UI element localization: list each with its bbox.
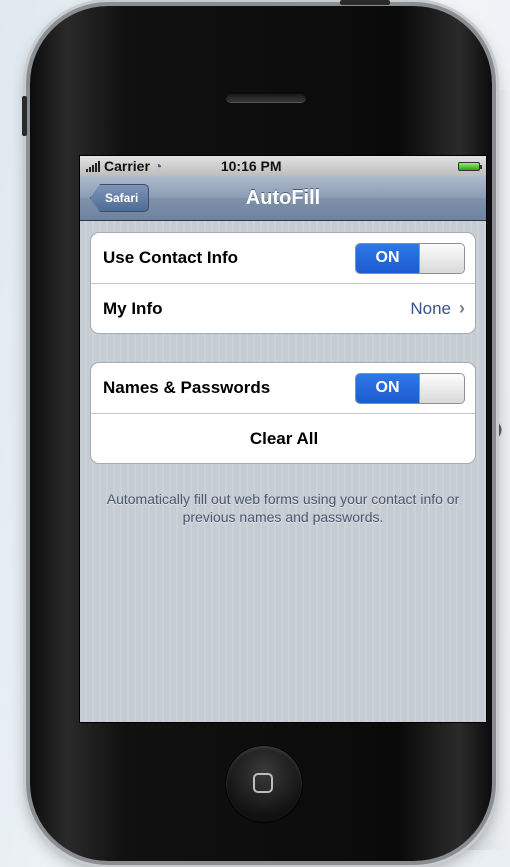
names-passwords-toggle[interactable]: ON <box>355 372 465 404</box>
names-passwords-row: Names & Passwords ON <box>91 363 475 413</box>
toggle-on-label: ON <box>356 373 419 403</box>
home-square-icon <box>253 773 273 793</box>
my-info-value: None <box>410 298 451 318</box>
navigation-bar: Safari AutoFill <box>80 176 486 221</box>
use-contact-info-toggle[interactable]: ON <box>355 242 465 274</box>
clear-all-button[interactable]: Clear All <box>91 413 475 463</box>
status-bar: Carrier ◔ 10:16 PM <box>80 156 486 176</box>
iphone-device: Carrier ◔ 10:16 PM Safari AutoFill Use C… <box>22 0 492 861</box>
names-passwords-label: Names & Passwords <box>103 378 271 397</box>
toggle-knob <box>419 243 464 273</box>
use-contact-info-label: Use Contact Info <box>103 248 239 267</box>
my-info-label: My Info <box>103 298 163 318</box>
autofill-footnote: Automatically fill out web forms using y… <box>106 491 460 525</box>
signal-bars-icon <box>86 160 100 172</box>
home-button[interactable] <box>226 746 302 822</box>
clear-all-label: Clear All <box>249 428 319 448</box>
toggle-on-label: ON <box>356 243 419 273</box>
chevron-right-icon: › <box>459 298 465 318</box>
my-info-row[interactable]: My Info None › <box>91 283 475 333</box>
earpiece-speaker <box>226 92 306 102</box>
screen: Carrier ◔ 10:16 PM Safari AutoFill Use C… <box>80 156 486 722</box>
carrier-label: Carrier <box>104 158 150 174</box>
clock: 10:16 PM <box>220 158 282 174</box>
page-title: AutoFill <box>245 187 321 209</box>
sleep-button <box>340 0 390 5</box>
names-passwords-group: Names & Passwords ON Clear All <box>90 362 476 464</box>
wifi-icon: ◔ <box>153 158 163 174</box>
battery-icon <box>458 161 482 171</box>
contact-info-group: Use Contact Info ON My Info None › <box>90 232 476 334</box>
use-contact-info-row: Use Contact Info ON <box>91 233 475 283</box>
volume-buttons <box>22 96 27 136</box>
toggle-knob <box>419 373 464 403</box>
